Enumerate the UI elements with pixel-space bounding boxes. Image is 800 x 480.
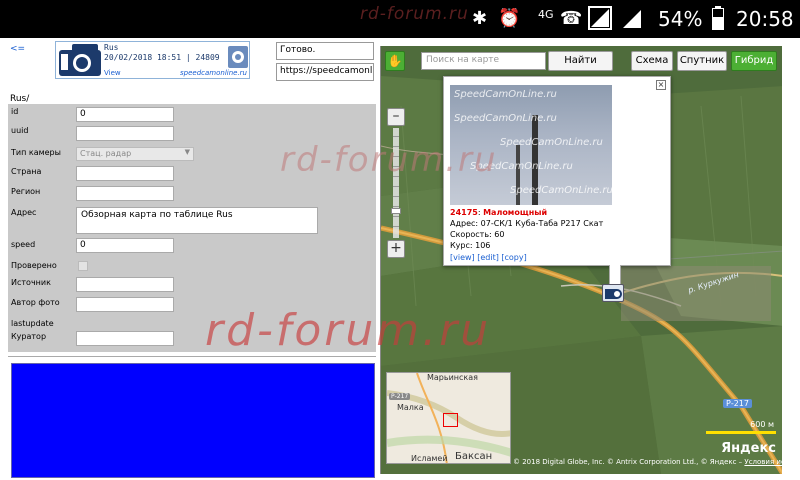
- zoom-control: – +: [387, 108, 405, 258]
- label-country: Страна: [11, 167, 42, 176]
- label-verified: Проверено: [11, 261, 57, 270]
- minimap[interactable]: Марьинская Малка Исламей Баксан Р-217: [386, 372, 511, 464]
- label-uuid: uuid: [11, 126, 29, 135]
- label-region: Регион: [11, 187, 41, 196]
- copy-link[interactable]: [copy]: [501, 253, 526, 262]
- map-type-satellite[interactable]: Спутник: [677, 51, 727, 71]
- chevron-down-icon: ▼: [184, 148, 190, 156]
- status-bar-watermark: rd-forum.ru: [360, 4, 469, 24]
- camera-heading: Курс: 106: [450, 241, 491, 250]
- watermark-middle: rd-forum.ru: [280, 140, 498, 180]
- label-source: Источник: [11, 278, 51, 287]
- bluetooth-icon: ✱: [472, 8, 488, 29]
- label-curator: Куратор: [11, 332, 47, 341]
- camera-links: [view] [edit] [copy]: [450, 253, 527, 262]
- battery-percent: 54%: [658, 7, 703, 31]
- minimap-viewport[interactable]: [443, 413, 458, 427]
- screen: rd-forum.ru ✱ ⏰ 4G ☎ 54% 20:58 <= Rus 20…: [0, 0, 800, 480]
- yandex-logo: Яндекс: [721, 441, 776, 456]
- photo-watermark: SpeedCamOnLine.ru: [510, 185, 612, 196]
- camera-logo-card[interactable]: Rus 20/02/2018 18:51 | 24809 View speedc…: [55, 41, 250, 79]
- camera-id: 24175: [450, 208, 478, 217]
- map-type-scheme[interactable]: Схема: [631, 51, 673, 71]
- camera-badge-icon: [228, 46, 248, 68]
- battery-icon: [712, 6, 724, 36]
- curator-input[interactable]: [76, 331, 174, 346]
- form-title: Rus/: [10, 94, 30, 104]
- minimap-label: Малка: [397, 403, 424, 412]
- close-icon[interactable]: ×: [656, 80, 666, 90]
- map-view[interactable]: ✋ Поиск на карте Найти Схема Спутник Гиб…: [380, 46, 782, 474]
- road-label: Р-217: [723, 399, 752, 408]
- copyright-text: © 2018 Digital Globe, Inc. © Antrix Corp…: [513, 458, 743, 466]
- camera-type-value: Стац. радар: [80, 149, 132, 158]
- network-type: 4G: [538, 8, 554, 21]
- divider: [8, 356, 376, 357]
- status-field[interactable]: Готово.: [276, 42, 374, 60]
- label-id: id: [11, 107, 19, 116]
- map-type-hybrid[interactable]: Гибрид: [731, 51, 777, 71]
- camera-speed: Скорость: 60: [450, 230, 505, 239]
- speed-input[interactable]: 0: [76, 238, 174, 253]
- url-field[interactable]: https://speedcamonline.ru: [276, 63, 374, 81]
- logo-line-table: Rus: [104, 43, 119, 52]
- zoom-out-button[interactable]: –: [387, 108, 405, 126]
- map-search-input[interactable]: Поиск на карте: [421, 52, 546, 70]
- view-link[interactable]: [view]: [450, 253, 475, 262]
- camera-type-select[interactable]: Стац. радар ▼: [76, 147, 194, 161]
- map-toolbar: ✋ Поиск на карте Найти Схема Спутник Гиб…: [381, 46, 782, 74]
- back-link[interactable]: <=: [10, 44, 25, 54]
- hand-icon: ✋: [387, 54, 403, 68]
- alarm-icon: ⏰: [498, 8, 521, 29]
- left-panel: <= Rus 20/02/2018 18:51 | 24809 View spe…: [0, 38, 380, 480]
- address-textarea[interactable]: Обзорная карта по таблице Rus: [76, 207, 318, 234]
- photo-author-input[interactable]: [76, 297, 174, 312]
- uuid-input[interactable]: [76, 126, 174, 141]
- minimap-label: Марьинская: [427, 373, 478, 382]
- status-bar: rd-forum.ru ✱ ⏰ 4G ☎ 54% 20:58: [0, 0, 800, 38]
- terms-link[interactable]: Условия использования: [744, 458, 782, 466]
- find-button[interactable]: Найти: [548, 51, 613, 71]
- verified-checkbox[interactable]: [78, 261, 88, 271]
- minimap-label: Исламей: [411, 454, 448, 463]
- camera-kind: Маломощный: [483, 208, 548, 217]
- camera-title: 24175: Маломощный: [450, 208, 548, 217]
- label-lastupdate: lastupdate: [11, 319, 54, 328]
- signal-icon: [588, 6, 612, 36]
- scale-label: 600 м: [750, 420, 774, 429]
- photo-watermark: SpeedCamOnLine.ru: [454, 113, 557, 124]
- clock: 20:58: [736, 7, 794, 31]
- id-input[interactable]: 0: [76, 107, 174, 122]
- label-camera-type: Тип камеры: [11, 148, 61, 157]
- blue-panel: [11, 363, 375, 478]
- label-speed: speed: [11, 240, 36, 249]
- source-input[interactable]: [76, 277, 174, 292]
- hand-tool-button[interactable]: ✋: [385, 51, 405, 71]
- label-address: Адрес: [11, 208, 37, 217]
- call-icon: ☎: [560, 8, 583, 29]
- logo-brand: speedcamonline.ru: [180, 69, 247, 77]
- photo-watermark: SpeedCamOnLine.ru: [454, 89, 557, 100]
- photo-watermark: SpeedCamOnLine.ru: [500, 137, 603, 148]
- watermark-large: rd-forum.ru: [205, 305, 492, 356]
- camera-marker-icon[interactable]: [602, 284, 624, 302]
- scale-bar: [706, 431, 776, 434]
- logo-view-link[interactable]: View: [104, 69, 121, 77]
- page-edge: [782, 46, 800, 474]
- minimap-road-label: Р-217: [389, 393, 411, 400]
- country-input[interactable]: [76, 166, 174, 181]
- map-copyright: © 2018 Digital Globe, Inc. © Antrix Corp…: [513, 458, 782, 466]
- speedcam-logo-icon: [58, 44, 102, 77]
- logo-line-date: 20/02/2018 18:51 | 24809: [104, 53, 220, 62]
- zoom-handle[interactable]: [391, 208, 401, 214]
- edit-link[interactable]: [edit]: [477, 253, 499, 262]
- zoom-in-button[interactable]: +: [387, 240, 405, 258]
- minimap-label: Баксан: [455, 451, 493, 462]
- camera-address: Адрес: 07-СК/1 Куба-Таба Р217 Скат: [450, 219, 604, 228]
- label-photo-author: Автор фото: [11, 298, 60, 307]
- region-input[interactable]: [76, 186, 174, 201]
- wifi-signal-icon: [622, 6, 642, 36]
